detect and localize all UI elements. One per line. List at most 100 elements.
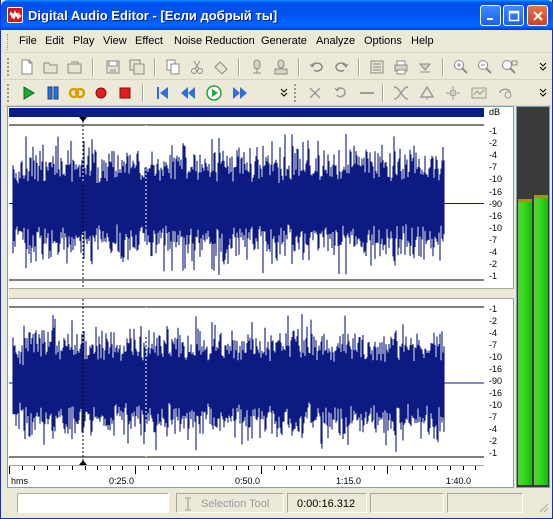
marker-icon <box>419 85 435 100</box>
ruler-tick <box>399 466 401 470</box>
channel-separator[interactable] <box>9 288 514 299</box>
marker-button[interactable] <box>418 84 436 102</box>
maximize-button[interactable] <box>503 5 524 26</box>
menu-play[interactable]: Play <box>73 35 94 47</box>
zoom-fit-icon <box>502 60 518 74</box>
menu-file[interactable]: File <box>19 35 37 47</box>
fast-forward-button[interactable] <box>231 84 249 102</box>
ruler-tick <box>72 466 73 470</box>
ruler-tick <box>223 466 225 470</box>
print-button[interactable] <box>392 58 410 76</box>
minimize-button[interactable] <box>480 5 501 26</box>
sparkle-button[interactable] <box>444 84 462 102</box>
db-label: -90 <box>489 376 503 386</box>
paste-button[interactable] <box>212 58 230 76</box>
ruler-tick <box>59 466 61 470</box>
ruler-tick <box>336 466 338 470</box>
toolbar-overflow-icon[interactable] <box>280 86 288 98</box>
toolbar-overflow-icon[interactable] <box>539 86 547 98</box>
new-button[interactable] <box>18 58 36 76</box>
go-start-button[interactable] <box>154 84 172 102</box>
cut-button[interactable] <box>188 58 206 76</box>
play-cursor-button[interactable] <box>205 84 223 102</box>
save-button[interactable] <box>104 58 122 76</box>
window-title: Digital Audio Editor - [Если добрый ты] <box>28 8 278 23</box>
menu-options[interactable]: Options <box>364 35 402 47</box>
toolbar-separator <box>92 58 94 76</box>
cursor-marker-top[interactable] <box>79 117 87 122</box>
toolbar-separator <box>142 84 144 102</box>
zoom-fit-button[interactable] <box>500 58 518 76</box>
redo-icon <box>335 62 349 72</box>
mic-button[interactable] <box>248 58 266 76</box>
db-label: -7 <box>489 412 498 422</box>
toolbar-separator <box>382 84 384 102</box>
zoom-in-button[interactable] <box>452 58 470 76</box>
record-button[interactable] <box>92 84 110 102</box>
equalizer-button[interactable] <box>470 84 488 102</box>
mic-record-button[interactable] <box>272 58 290 76</box>
overview-bar[interactable] <box>9 108 484 117</box>
stop-button[interactable] <box>116 84 134 102</box>
db-scale-left: dB -1 -2 -4 -7 -10 -16 -90 -16 -10 -7 -4 -2 -1 <box>485 107 513 288</box>
menu-generate[interactable]: Generate <box>261 35 307 47</box>
record-icon <box>95 87 107 99</box>
scissors-icon <box>309 87 321 99</box>
menu-effect[interactable]: Effect <box>135 35 163 47</box>
menu-noise-reduction[interactable]: Noise Reduction <box>174 35 255 47</box>
undo-button[interactable] <box>308 58 326 76</box>
channel-left[interactable] <box>9 117 484 288</box>
pause-button[interactable] <box>44 84 62 102</box>
toolbar-grip[interactable] <box>7 84 10 102</box>
ruler-tick <box>109 466 111 470</box>
copy-button[interactable] <box>164 58 182 76</box>
down-arrow-button[interactable] <box>416 58 434 76</box>
status-panel-5 <box>447 493 523 513</box>
redo-button[interactable] <box>332 58 350 76</box>
reverse-button[interactable] <box>496 84 514 102</box>
menu-analyze[interactable]: Analyze <box>316 35 355 47</box>
title-bar[interactable]: Digital Audio Editor - [Если добрый ты] <box>1 0 553 30</box>
channel-right[interactable] <box>9 299 484 465</box>
menu-view[interactable]: View <box>103 35 127 47</box>
progress-panel <box>17 493 169 513</box>
reverse-icon <box>499 88 512 99</box>
play-button[interactable] <box>20 84 38 102</box>
ruler-tick <box>135 466 136 474</box>
menu-grip[interactable] <box>7 34 10 50</box>
waveform-right[interactable] <box>9 299 484 465</box>
resize-grip-icon[interactable] <box>537 501 549 513</box>
line-button[interactable] <box>358 84 376 102</box>
ruler-tick <box>424 466 426 470</box>
time-ruler[interactable]: hms 0:25.0 0:50.0 1:15.0 1:40.0 <box>9 465 484 487</box>
toolbar-overflow-icon[interactable] <box>539 60 547 72</box>
rewind-button[interactable] <box>179 84 197 102</box>
crossfade-button[interactable] <box>392 84 410 102</box>
ruler-tick <box>311 466 313 470</box>
save-all-button[interactable] <box>128 58 146 76</box>
properties-button[interactable] <box>368 58 386 76</box>
scissors-button[interactable] <box>306 84 324 102</box>
app-icon[interactable] <box>7 7 23 23</box>
stop-icon <box>119 87 131 99</box>
ruler-tick <box>450 466 451 470</box>
ruler-tick <box>349 466 351 470</box>
menu-edit[interactable]: Edit <box>45 35 64 47</box>
loop-button[interactable] <box>68 84 86 102</box>
rotate-button[interactable] <box>332 84 350 102</box>
menu-help[interactable]: Help <box>411 35 434 47</box>
loop-icon <box>68 87 86 99</box>
zoom-out-button[interactable] <box>476 58 494 76</box>
toolbar-grip[interactable] <box>294 84 297 102</box>
open-button[interactable] <box>42 58 60 76</box>
waveform-view[interactable]: dB -1 -2 -4 -7 -10 -16 -90 -16 -10 -7 -4 -2 -1 -1 -2-… <box>7 106 514 488</box>
ruler-tick <box>235 466 237 470</box>
pause-icon <box>47 86 59 100</box>
open-folder-button[interactable] <box>66 58 84 76</box>
toolbar-grip[interactable] <box>7 58 10 76</box>
waveform-path <box>12 314 445 452</box>
undo-icon <box>309 62 323 72</box>
waveform-left[interactable] <box>9 117 484 288</box>
time-label-75: 1:15.0 <box>336 476 362 486</box>
close-button[interactable] <box>527 5 548 26</box>
